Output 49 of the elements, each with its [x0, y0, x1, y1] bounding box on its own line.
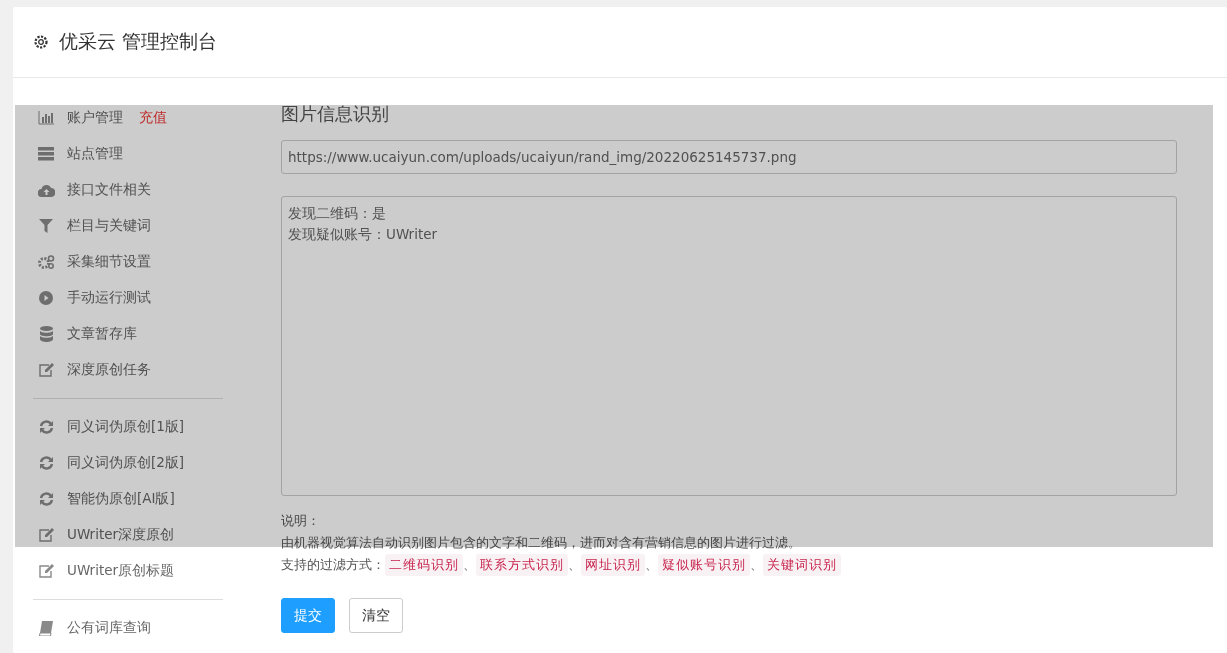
book-icon — [39, 620, 53, 636]
sidebar-item[interactable]: 账户管理 充值 — [37, 100, 245, 136]
filter-icon — [39, 219, 53, 233]
filter-tag: 网址识别 — [581, 554, 645, 576]
sidebar-item[interactable]: UWriter原创标题 — [37, 553, 245, 589]
image-url-field[interactable]: https://www.ucaiyun.com/uploads/ucaiyun/rand_img/20220625145737.png — [281, 140, 1177, 174]
edit-icon — [38, 528, 54, 542]
console-title: 优采云 管理控制台 — [59, 29, 218, 54]
sidebar-item[interactable]: 同义词伪原创[1版] — [37, 409, 245, 445]
result-line: 发现疑似账号：UWriter — [288, 225, 439, 244]
separator: 、 — [568, 556, 581, 574]
sidebar-item[interactable]: 文章暂存库 — [37, 316, 245, 352]
refresh-icon — [38, 456, 54, 470]
sidebar-item[interactable]: 公有词库查询 — [37, 610, 245, 646]
sidebar-item[interactable]: 同义词伪原创[2版] — [37, 445, 245, 481]
server-icon — [38, 147, 54, 161]
note-text: 由机器视觉算法自动识别图片包含的文字和二维码，进而对含有营销信息的图片进行过滤。 — [281, 534, 802, 552]
filters-label: 支持的过滤方式： — [281, 556, 385, 574]
result-line: 发现二维码：是 — [288, 204, 387, 223]
database-icon — [39, 326, 53, 342]
bar-chart-icon — [38, 111, 54, 125]
sidebar-item[interactable]: 栏目与关键词 — [37, 208, 245, 244]
edit-icon — [38, 564, 54, 578]
separator: 、 — [750, 556, 763, 574]
cloud-upload-icon — [37, 183, 55, 197]
settings-icon — [33, 34, 49, 50]
sidebar-item[interactable]: 采集细节设置 — [37, 244, 245, 280]
refresh-icon — [38, 492, 54, 506]
sidebar-item[interactable]: 智能伪原创[AI版] — [37, 481, 245, 517]
sidebar-item[interactable]: 站点管理 — [37, 136, 245, 172]
sidebar-item[interactable]: UWriter深度原创 — [37, 517, 245, 553]
sidebar-item[interactable]: 深度原创任务 — [37, 352, 245, 388]
filter-tag: 关键词识别 — [763, 554, 841, 576]
recharge-link[interactable]: 充值 — [139, 109, 167, 127]
filter-tag: 二维码识别 — [385, 554, 463, 576]
filter-tag: 疑似账号识别 — [658, 554, 750, 576]
note-label: 说明： — [281, 512, 321, 530]
separator: 、 — [463, 556, 476, 574]
separator: 、 — [645, 556, 658, 574]
sidebar-item[interactable]: 接口文件相关 — [37, 172, 245, 208]
clear-button[interactable]: 清空 — [349, 598, 403, 633]
edit-icon — [38, 363, 54, 377]
refresh-icon — [38, 420, 54, 434]
sidebar-item[interactable]: 手动运行测试 — [37, 280, 245, 316]
result-field[interactable]: 发现二维码：是 发现疑似账号：UWriter — [281, 196, 1177, 496]
section-title: 图片信息识别 — [281, 102, 390, 126]
play-icon — [39, 291, 53, 305]
filter-tag: 联系方式识别 — [476, 554, 568, 576]
submit-button[interactable]: 提交 — [281, 598, 335, 633]
